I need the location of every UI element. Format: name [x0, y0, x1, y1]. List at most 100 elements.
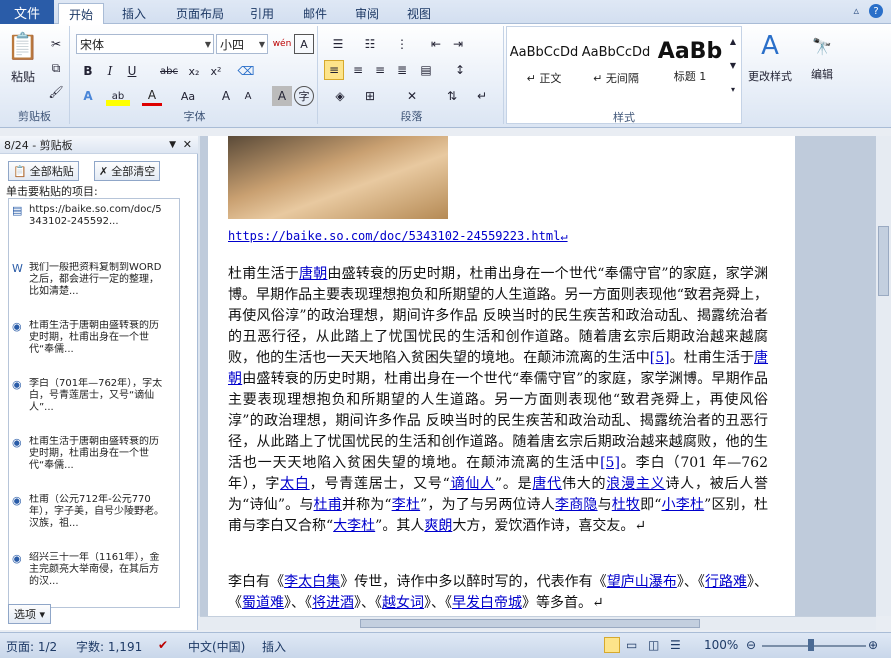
style-heading-1[interactable]: AaBb 标题 1: [655, 37, 725, 107]
clipboard-item[interactable]: ◉ 杜甫生活于唐朝由盛转衰的历史时期，杜甫出身在一个世代“奉儒...: [9, 433, 169, 491]
link-dumu[interactable]: 杜牧: [612, 497, 640, 513]
scroll-thumb[interactable]: [360, 619, 700, 628]
show-marks-icon[interactable]: ↵: [472, 86, 492, 106]
enclose-char-button[interactable]: 字: [294, 86, 314, 106]
highlight-button[interactable]: ab: [106, 86, 130, 106]
link-dalidu[interactable]: 大李杜: [333, 518, 375, 534]
paste-all-button[interactable]: 📋 全部粘贴: [8, 161, 79, 181]
link-dufu[interactable]: 杜甫: [314, 497, 342, 513]
bold-button[interactable]: B: [78, 61, 98, 81]
web-layout-icon[interactable]: ◫: [648, 638, 659, 652]
ref-link[interactable]: [5]: [650, 350, 670, 366]
link-taibai[interactable]: 太白: [280, 476, 310, 492]
help-icon[interactable]: ?: [869, 4, 883, 18]
subscript-button[interactable]: x₂: [184, 61, 204, 81]
link-lidu[interactable]: 李杜: [392, 497, 421, 513]
link-shudao[interactable]: 蜀道难: [242, 595, 284, 611]
page-count[interactable]: 页面: 1/2: [6, 638, 57, 655]
link-tangdai[interactable]: 唐代: [532, 476, 562, 492]
cut-icon[interactable]: ✂: [46, 34, 66, 54]
link-yuenv[interactable]: 越女词: [382, 595, 424, 611]
link-libaiji[interactable]: 李太白集: [284, 574, 340, 590]
link-shuanglang[interactable]: 爽朗: [424, 518, 452, 534]
align-left-icon[interactable]: ≡: [324, 60, 344, 80]
tab-home[interactable]: 开始: [58, 3, 105, 25]
more-styles-icon[interactable]: ▾: [723, 79, 743, 99]
editing-button[interactable]: 编辑: [806, 66, 838, 82]
increase-indent-icon[interactable]: ⇥: [448, 34, 468, 54]
link-langman[interactable]: 浪漫主义: [606, 476, 665, 492]
tab-insert[interactable]: 插入: [112, 3, 156, 24]
change-case-button[interactable]: Aa: [176, 86, 200, 106]
link-tangchao[interactable]: 唐朝: [299, 266, 327, 282]
language[interactable]: 中文(中国): [188, 638, 245, 655]
minimize-ribbon-icon[interactable]: ▵: [853, 4, 859, 18]
link-jiangjin[interactable]: 将进酒: [312, 595, 354, 611]
paste-button[interactable]: 粘贴: [6, 68, 40, 84]
document-page[interactable]: https://baike.so.com/doc/5343102-2455922…: [208, 136, 795, 616]
binoculars-icon[interactable]: 🔭: [806, 34, 838, 58]
char-border-icon[interactable]: A: [294, 34, 314, 54]
tab-view[interactable]: 视图: [397, 3, 441, 24]
distributed-icon[interactable]: ▤: [416, 60, 436, 80]
shading-icon[interactable]: ◈: [330, 86, 350, 106]
proofing-icon[interactable]: ✔: [158, 638, 168, 652]
options-button[interactable]: 选项 ▾: [8, 604, 52, 624]
link-zhexian[interactable]: 谪仙人: [450, 476, 495, 492]
align-right-icon[interactable]: ≡: [370, 60, 390, 80]
clear-all-button[interactable]: ✗ 全部清空: [94, 161, 161, 181]
clear-format-icon[interactable]: ⌫: [236, 61, 256, 81]
insert-mode[interactable]: 插入: [262, 638, 286, 655]
strikethrough-button[interactable]: abc: [156, 61, 182, 81]
style-no-spacing[interactable]: AaBbCcDd ↵ 无间隔: [581, 37, 651, 107]
vertical-scrollbar[interactable]: [876, 136, 891, 616]
scroll-up-icon[interactable]: ▲: [723, 31, 743, 51]
tab-mailings[interactable]: 邮件: [293, 3, 337, 24]
tab-file[interactable]: 文件: [0, 0, 54, 24]
tab-page-layout[interactable]: 页面布局: [166, 3, 234, 24]
scroll-thumb[interactable]: [878, 226, 889, 296]
tab-review[interactable]: 审阅: [345, 3, 389, 24]
pane-menu-icon[interactable]: ▼: [169, 140, 176, 150]
change-styles-button[interactable]: 更改样式: [742, 68, 798, 84]
borders-icon[interactable]: ⊞: [360, 86, 380, 106]
shrink-font-button[interactable]: A: [238, 86, 258, 106]
font-family-select[interactable]: 宋体 ▼: [76, 34, 214, 54]
underline-button[interactable]: U: [122, 61, 142, 81]
change-styles-icon[interactable]: A: [746, 28, 794, 64]
link-xiaolidu[interactable]: 小李杜: [661, 497, 704, 513]
word-count[interactable]: 字数: 1,191: [76, 638, 142, 655]
superscript-button[interactable]: x²: [206, 61, 226, 81]
print-layout-icon[interactable]: [604, 637, 620, 653]
zoom-slider-thumb[interactable]: [808, 639, 814, 651]
char-shading-button[interactable]: A: [272, 86, 292, 106]
ref-link[interactable]: [5]: [600, 455, 620, 471]
paste-icon[interactable]: 📋: [6, 30, 40, 64]
sort-icon[interactable]: ⇅: [442, 86, 462, 106]
clipboard-item[interactable]: ◉ 李白（701年—762年），字太白，号青莲居士，又号“谪仙人”...: [9, 375, 169, 433]
clipboard-item[interactable]: ◉ 绍兴三十一年（1161年），金主完颜亮大举南侵，在其后方的汉...: [9, 549, 169, 607]
clipboard-item[interactable]: ▤ https://baike.so.com/doc/5343102-245592…: [9, 201, 169, 259]
italic-button[interactable]: I: [100, 61, 120, 81]
clipboard-item[interactable]: W 我们一般把资料复制到WORD之后，都会进行一定的整理，比如清楚...: [9, 259, 169, 317]
copy-icon[interactable]: ⧉: [46, 58, 66, 78]
justify-icon[interactable]: ≣: [392, 60, 412, 80]
zoom-level[interactable]: 100%: [704, 638, 738, 652]
text-effects-button[interactable]: A: [78, 86, 98, 106]
zoom-out-icon[interactable]: ⊖: [746, 638, 756, 652]
clipboard-item[interactable]: ◉ 杜甫生活于唐朝由盛转衰的历史时期，杜甫出身在一个世代“奉儒...: [9, 317, 169, 375]
link-zaofa[interactable]: 早发白帝城: [452, 595, 522, 611]
horizontal-scrollbar[interactable]: [200, 616, 876, 630]
tab-references[interactable]: 引用: [240, 3, 284, 24]
link-xinglu[interactable]: 行路难: [705, 574, 747, 590]
line-spacing-icon[interactable]: ↕: [450, 60, 470, 80]
link-lishangyin[interactable]: 李商隐: [555, 497, 598, 513]
numbering-icon[interactable]: ☷: [360, 34, 380, 54]
bullets-icon[interactable]: ☰: [328, 34, 348, 54]
multilevel-list-icon[interactable]: ⋮: [392, 34, 412, 54]
link-wanglu[interactable]: 望庐山瀑布: [607, 574, 677, 590]
zoom-slider[interactable]: [762, 645, 866, 647]
close-icon[interactable]: ✕: [183, 138, 192, 151]
grow-font-button[interactable]: A: [216, 86, 236, 106]
clipboard-item[interactable]: ◉ 杜甫（公元712年-公元770年），字子美，自号少陵野老。汉族，祖...: [9, 491, 169, 549]
